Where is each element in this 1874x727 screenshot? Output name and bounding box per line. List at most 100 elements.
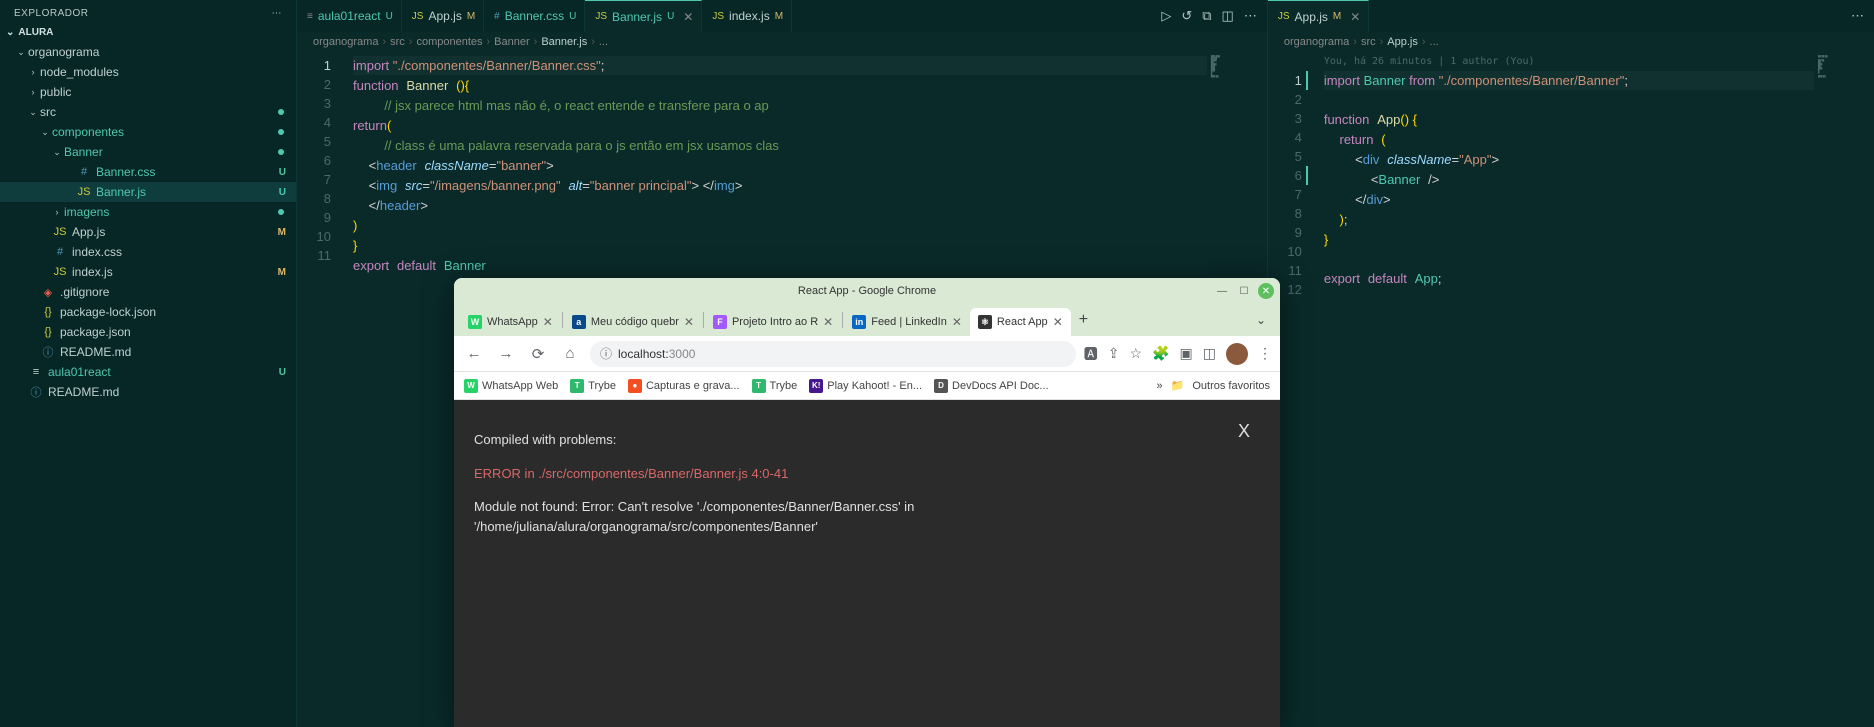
code-content[interactable]: import Banner from "./componentes/Banner… <box>1316 52 1814 727</box>
extensions-icon[interactable]: 🧩 <box>1152 345 1169 362</box>
close-tab-icon[interactable]: ✕ <box>684 315 694 329</box>
editor-tab[interactable]: JSBanner.jsU✕ <box>585 0 702 32</box>
breadcrumb-segment[interactable]: Banner <box>494 36 529 48</box>
breadcrumb-segment[interactable]: src <box>1361 36 1376 48</box>
bookmark-item[interactable]: TTrybe <box>752 379 798 393</box>
home-button[interactable]: ⌂ <box>558 342 582 366</box>
editor-body-2[interactable]: You, há 26 minutos | 1 author (You) 1234… <box>1268 52 1874 727</box>
more-icon[interactable]: ⋯ <box>1244 8 1257 24</box>
tree-item-organograma[interactable]: ⌄organograma <box>0 42 296 62</box>
bookmark-item[interactable]: DDevDocs API Doc... <box>934 379 1049 393</box>
site-info-icon[interactable]: ⓘ <box>600 345 612 362</box>
minimize-button[interactable]: — <box>1214 283 1230 299</box>
tree-item-imagens[interactable]: ›imagens <box>0 202 296 222</box>
sidepanel-icon[interactable]: ▣ <box>1180 345 1193 362</box>
tree-item--gitignore[interactable]: ◈.gitignore <box>0 282 296 302</box>
bookmark-item[interactable]: K!Play Kahoot! - En... <box>809 379 922 393</box>
tree-item-index-js[interactable]: JSindex.jsM <box>0 262 296 282</box>
reading-list-icon[interactable]: ◫ <box>1203 345 1216 362</box>
close-tab-icon[interactable]: ✕ <box>1350 10 1360 24</box>
browser-tab[interactable]: FProjeto Intro ao R✕ <box>705 308 841 336</box>
editor-tab[interactable]: JSindex.jsM <box>702 0 792 32</box>
line-number: 2 <box>1268 90 1302 109</box>
editor-tab[interactable]: JSApp.jsM <box>402 0 484 32</box>
browser-tab[interactable]: ⚛React App✕ <box>970 308 1071 336</box>
file-icon: ≡ <box>28 366 44 378</box>
tree-item-app-js[interactable]: JSApp.jsM <box>0 222 296 242</box>
bookmark-icon[interactable]: ☆ <box>1130 345 1143 362</box>
tree-item-public[interactable]: ›public <box>0 82 296 102</box>
tree-label: Banner <box>64 145 288 159</box>
run-icon[interactable]: ▷ <box>1161 8 1171 24</box>
close-tab-icon[interactable]: ✕ <box>543 315 553 329</box>
tree-item-src[interactable]: ⌄src <box>0 102 296 122</box>
bookmark-item[interactable]: TTrybe <box>570 379 616 393</box>
new-tab-button[interactable]: + <box>1071 311 1096 329</box>
explorer-more-icon[interactable]: ⋯ <box>272 8 283 19</box>
breadcrumb-segment[interactable]: Banner.js <box>541 36 587 48</box>
forward-button[interactable]: → <box>494 342 518 366</box>
tree-item-index-css[interactable]: #index.css <box>0 242 296 262</box>
favicon: F <box>713 315 727 329</box>
address-bar[interactable]: ⓘ localhost:3000 <box>590 341 1076 367</box>
editor-tab[interactable]: ≡aula01reactU <box>297 0 402 32</box>
tree-item-readme-md[interactable]: ⓘREADME.md <box>0 342 296 362</box>
share-icon[interactable]: ⇪ <box>1108 345 1120 362</box>
tree-item-banner[interactable]: ⌄Banner <box>0 142 296 162</box>
chrome-window: React App - Google Chrome — ☐ ✕ WWhatsAp… <box>454 278 1280 727</box>
chrome-titlebar[interactable]: React App - Google Chrome — ☐ ✕ <box>454 278 1280 304</box>
reload-button[interactable]: ⟳ <box>526 342 550 366</box>
editor-tab[interactable]: #Banner.cssU <box>484 0 585 32</box>
tree-item-readme-md[interactable]: ⓘREADME.md <box>0 382 296 402</box>
breadcrumb-segment[interactable]: ... <box>1430 36 1439 48</box>
browser-tab[interactable]: inFeed | LinkedIn✕ <box>844 308 970 336</box>
breadcrumb-segment[interactable]: organograma <box>1284 36 1349 48</box>
tree-item-aula01react[interactable]: ≡aula01reactU <box>0 362 296 382</box>
profile-avatar[interactable] <box>1226 343 1248 365</box>
breadcrumb-2[interactable]: organograma›src›App.js›... <box>1268 32 1874 52</box>
history-icon[interactable]: ↺ <box>1181 8 1192 24</box>
git-status: U <box>569 11 576 22</box>
dismiss-error-button[interactable]: X <box>1238 418 1250 445</box>
tree-item-banner-css[interactable]: #Banner.cssU <box>0 162 296 182</box>
chrome-toolbar: ← → ⟳ ⌂ ⓘ localhost:3000 🅰 ⇪ ☆ 🧩 ▣ ◫ ⋮ <box>454 336 1280 372</box>
diff-icon[interactable]: ⧉ <box>1202 8 1211 24</box>
breadcrumb-segment[interactable]: App.js <box>1387 36 1418 48</box>
breadcrumb-1[interactable]: organograma›src›componentes›Banner›Banne… <box>297 32 1267 52</box>
close-tab-icon[interactable]: ✕ <box>1053 315 1063 329</box>
menu-icon[interactable]: ⋮ <box>1258 345 1272 362</box>
close-tab-icon[interactable]: ✕ <box>823 315 833 329</box>
tree-item-package-json[interactable]: {}package.json <box>0 322 296 342</box>
back-button[interactable]: ← <box>462 342 486 366</box>
close-button[interactable]: ✕ <box>1258 283 1274 299</box>
line-number: 9 <box>1268 223 1302 242</box>
breadcrumb-segment[interactable]: ... <box>599 36 608 48</box>
breadcrumb-segment[interactable]: organograma <box>313 36 378 48</box>
browser-tab[interactable]: WWhatsApp✕ <box>460 308 561 336</box>
git-status-badge: U <box>279 187 286 198</box>
tree-item-package-lock-json[interactable]: {}package-lock.json <box>0 302 296 322</box>
bookmark-item[interactable]: ●Capturas e grava... <box>628 379 740 393</box>
maximize-button[interactable]: ☐ <box>1236 283 1252 299</box>
bookmark-item[interactable]: WWhatsApp Web <box>464 379 558 393</box>
tree-item-banner-js[interactable]: JSBanner.jsU <box>0 182 296 202</box>
editor-tab[interactable]: JSApp.jsM✕ <box>1268 0 1369 32</box>
split-icon[interactable]: ◫ <box>1222 8 1234 24</box>
other-bookmarks[interactable]: Outros favoritos <box>1192 380 1270 392</box>
line-number: 4 <box>297 113 331 132</box>
tree-item-node-modules[interactable]: ›node_modules <box>0 62 296 82</box>
minimap[interactable]: ██ ██ ████ █████████████████ ██ <box>1814 52 1874 727</box>
breadcrumb-segment[interactable]: componentes <box>416 36 482 48</box>
tree-item-componentes[interactable]: ⌄componentes <box>0 122 296 142</box>
git-status: M <box>467 11 475 22</box>
more-icon[interactable]: ⋯ <box>1851 8 1864 24</box>
tab-overflow-button[interactable]: ⌄ <box>1248 313 1274 327</box>
close-tab-icon[interactable]: ✕ <box>952 315 962 329</box>
close-tab-icon[interactable]: ✕ <box>683 10 693 24</box>
overflow-icon[interactable]: » <box>1157 380 1163 392</box>
file-icon: JS <box>52 266 68 278</box>
translate-icon[interactable]: 🅰 <box>1084 344 1098 364</box>
workspace-section[interactable]: ⌄ ALURA <box>0 23 296 42</box>
breadcrumb-segment[interactable]: src <box>390 36 405 48</box>
browser-tab[interactable]: aMeu código quebr✕ <box>564 308 702 336</box>
